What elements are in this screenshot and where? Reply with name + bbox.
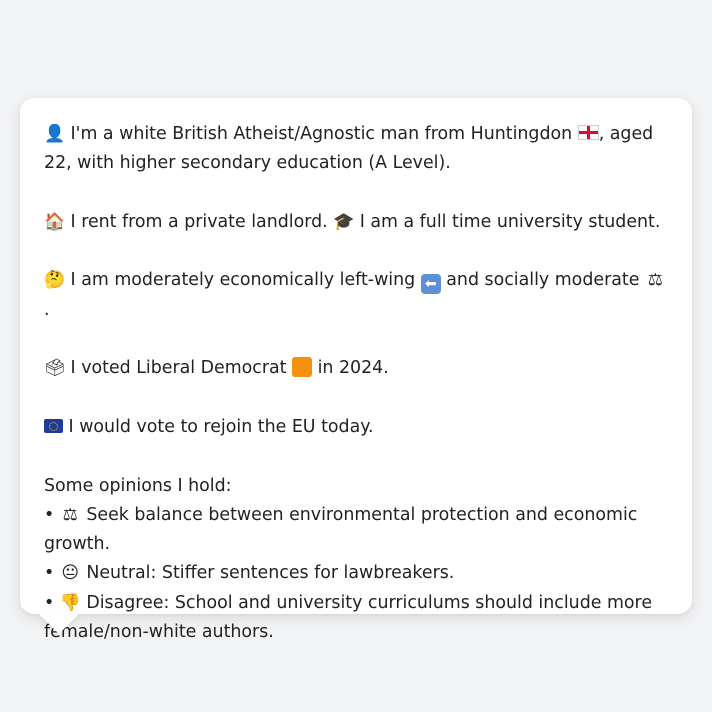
profile-message-bubble: 👤 I'm a white British Atheist/Agnostic m… <box>20 98 692 642</box>
opinion-item: • 😐 Neutral: Stiffer sentences for lawbr… <box>44 559 670 588</box>
opinion-item: • 👎 Disagree: School and university curr… <box>44 589 670 648</box>
graduation-cap-icon: 🎓 <box>333 211 355 232</box>
bullet: • <box>44 504 55 525</box>
thinking-face-icon: 🤔 <box>44 270 66 291</box>
vote-paragraph: 🗳 I voted Liberal Democrat in 2024. <box>44 354 670 383</box>
england-flag-icon <box>577 125 599 140</box>
opinion-item: • ⚖ Seek balance between environmental p… <box>44 501 670 560</box>
left-arrow-icon: ⬅ <box>420 274 441 295</box>
opinion-text: Disagree: School and university curricul… <box>44 592 653 643</box>
orange-square-icon <box>292 357 313 378</box>
politics-paragraph: 🤔 I am moderately economically left-wing… <box>44 266 670 325</box>
student-text: I am a full time university student. <box>359 211 661 232</box>
neutral-face-icon: 😐 <box>61 563 80 584</box>
eu-paragraph: I would vote to rejoin the EU today. <box>44 413 670 442</box>
ballot-box-icon: 🗳 <box>44 358 66 379</box>
thumbs-down-icon: 👎 <box>59 592 81 613</box>
identity-paragraph: 👤 I'm a white British Atheist/Agnostic m… <box>44 120 670 179</box>
vote-text-a: I voted Liberal Democrat <box>70 358 287 379</box>
politics-text-b: and socially moderate <box>446 270 640 291</box>
bullet: • <box>44 592 55 613</box>
house-icon: 🏠 <box>44 211 66 232</box>
opinions-heading: Some opinions I hold: <box>44 475 232 496</box>
politics-text-c: . <box>44 299 50 320</box>
eu-flag-icon <box>44 418 63 433</box>
opinions-section: Some opinions I hold: • ⚖ Seek balance b… <box>44 472 670 648</box>
identity-text-a: I'm a white British Atheist/Agnostic man… <box>70 124 573 144</box>
opinion-text: Seek balance between environmental prote… <box>44 504 638 555</box>
housing-text: I rent from a private landlord. <box>70 211 328 232</box>
eu-text: I would vote to rejoin the EU today. <box>68 416 374 437</box>
vote-text-b: in 2024. <box>317 358 389 379</box>
politics-text-a: I am moderately economically left-wing <box>70 270 416 291</box>
balance-scale-icon: ⚖ <box>62 504 78 525</box>
bullet: • <box>44 563 55 584</box>
opinion-text: Neutral: Stiffer sentences for lawbreake… <box>86 563 455 584</box>
balance-scale-icon: ⚖ <box>647 270 664 291</box>
housing-paragraph: 🏠 I rent from a private landlord. 🎓 I am… <box>44 208 670 237</box>
bubble-tail <box>38 613 80 634</box>
bust-in-silhouette-icon: 👤 <box>44 124 66 144</box>
